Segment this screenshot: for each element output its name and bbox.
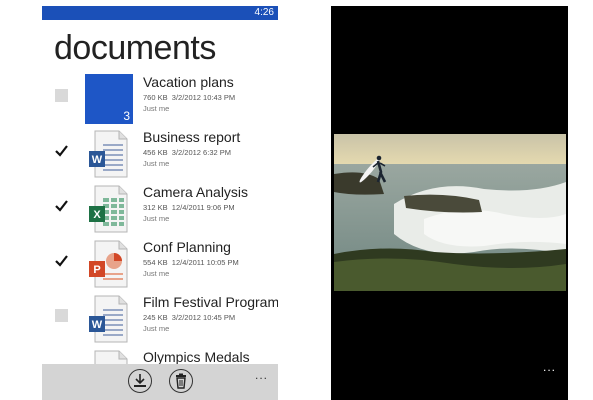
document-name: Business report <box>143 129 241 145</box>
download-button[interactable] <box>128 369 152 393</box>
list-item[interactable]: W Business report 456 KB 3/2/2012 6:32 P… <box>42 129 278 184</box>
more-options-button[interactable]: ... <box>255 368 268 382</box>
item-count: 3 <box>123 109 130 123</box>
list-item[interactable]: W Film Festival Program 245 KB 3/2/2012 … <box>42 294 278 349</box>
document-meta: 760 KB 3/2/2012 10:43 PM <box>143 93 236 102</box>
folder-thumbnail: 3 <box>85 74 133 124</box>
svg-text:W: W <box>92 319 103 331</box>
checkmark-icon <box>55 145 68 157</box>
documents-screen: 4:26 documents 3 Vacation plans 760 KB 3… <box>42 6 278 400</box>
powerpoint-document-icon: P <box>85 239 133 289</box>
item-checkbox[interactable] <box>55 144 68 157</box>
document-meta: 245 KB 3/2/2012 10:45 PM <box>143 313 236 322</box>
status-time: 4:26 <box>254 7 274 18</box>
document-name: Vacation plans <box>143 74 234 90</box>
viewer-more-options-button[interactable]: ... <box>543 360 556 374</box>
item-checkbox[interactable] <box>55 199 68 212</box>
delete-icon <box>176 373 186 389</box>
svg-text:W: W <box>92 154 103 166</box>
checkmark-icon <box>55 255 68 267</box>
document-name: Camera Analysis <box>143 184 249 200</box>
status-bar: 4:26 <box>42 6 278 20</box>
document-name: Film Festival Program <box>143 294 278 310</box>
document-meta: 554 KB 12/4/2011 10:05 PM <box>143 258 239 267</box>
page-title: documents <box>54 29 216 67</box>
svg-text:P: P <box>93 264 100 276</box>
item-checkbox[interactable] <box>55 254 68 267</box>
document-owner: Just me <box>143 159 170 168</box>
svg-text:X: X <box>93 209 101 221</box>
document-owner: Just me <box>143 269 170 278</box>
item-checkbox[interactable] <box>55 309 68 322</box>
word-document-icon: W <box>85 294 133 344</box>
checkmark-icon <box>55 200 68 212</box>
item-checkbox[interactable] <box>55 89 68 102</box>
list-item[interactable]: 3 Vacation plans 760 KB 3/2/2012 10:43 P… <box>42 74 278 129</box>
photo-viewer-screen: ... <box>331 6 568 400</box>
document-owner: Just me <box>143 104 170 113</box>
surfer-photo <box>334 134 566 291</box>
list-item[interactable]: P Conf Planning 554 KB 12/4/2011 10:05 P… <box>42 239 278 294</box>
delete-button[interactable] <box>169 369 193 393</box>
document-owner: Just me <box>143 214 170 223</box>
download-icon <box>134 374 146 387</box>
document-owner: Just me <box>143 324 170 333</box>
word-document-icon: W <box>85 129 133 179</box>
excel-document-icon: X <box>85 184 133 234</box>
document-meta: 456 KB 3/2/2012 6:32 PM <box>143 148 231 157</box>
list-item[interactable]: X Camera Analysis 312 KB 12/4/2011 9:06 … <box>42 184 278 239</box>
app-bar: ... <box>42 364 278 400</box>
document-name: Conf Planning <box>143 239 231 255</box>
document-meta: 312 KB 12/4/2011 9:06 PM <box>143 203 235 212</box>
